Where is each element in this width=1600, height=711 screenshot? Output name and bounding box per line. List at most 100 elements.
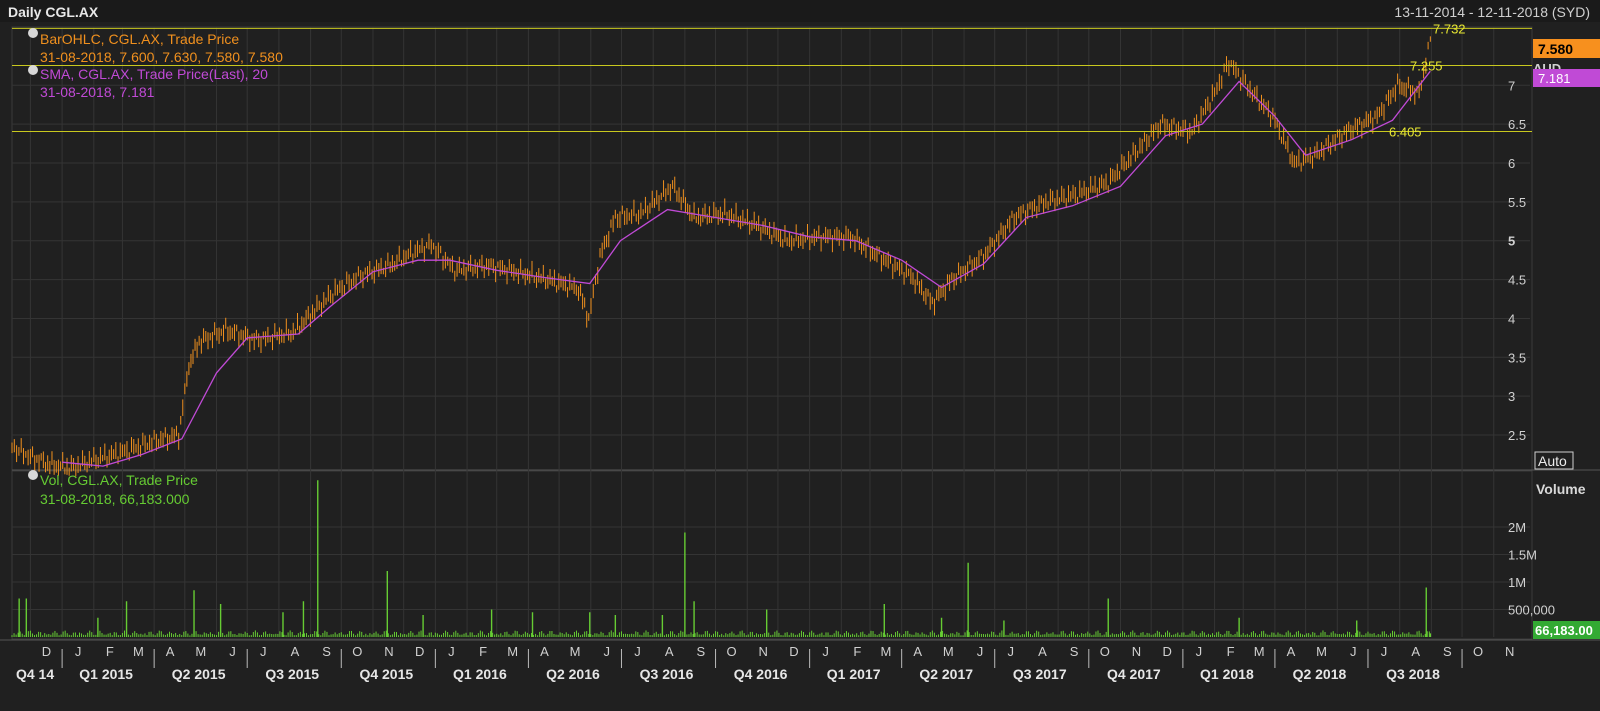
auto-scale-button-label[interactable]: Auto [1538,453,1567,469]
month-tick-label: J [822,644,829,659]
quarter-label: Q2 2015 [172,666,226,682]
month-tick-label: N [1505,644,1514,659]
price-tick-label: 4 [1508,311,1515,326]
sma-badge-text: 7.181 [1538,71,1571,86]
month-tick-label: A [1411,644,1420,659]
month-tick-label: M [570,644,581,659]
month-tick-label: S [697,644,706,659]
price-tick-label: 6.5 [1508,117,1526,132]
month-tick-label: A [540,644,549,659]
month-tick-label: J [977,644,984,659]
month-tick-label: A [1287,644,1296,659]
last-price-badge-text: 7.580 [1538,41,1573,57]
quarter-label: Q3 2017 [1013,666,1067,682]
month-tick-label: F [1227,644,1235,659]
month-tick-label: J [634,644,641,659]
reference-line-label: 6.405 [1389,125,1422,140]
chart-frame: 7 6.5 6 5.5 5 4.5 4 3.5 3 2.5 2M 1.5M 1M 500,000 D J F… [0,0,1600,706]
month-tick-label: N [759,644,768,659]
month-tick-label: M [881,644,892,659]
month-tick-label: O [1473,644,1483,659]
quarter-label: Q2 2017 [919,666,973,682]
ohlc-legend-label: BarOHLC, CGL.AX, Trade Price [40,31,239,47]
last-volume-badge: 66,183.00 [1533,621,1600,639]
reference-line-label: 7.732 [1433,21,1466,36]
volume-tick-label: 500,000 [1508,603,1555,618]
month-tick-label: J [229,644,236,659]
month-tick-label: D [1162,644,1171,659]
quarter-label: Q4 14 [16,666,54,682]
month-tick-label: M [507,644,518,659]
month-tick-label: M [943,644,954,659]
chart-svg: 7 6.5 6 5.5 5 4.5 4 3.5 3 2.5 2M 1.5M 1M 500,000 D J F… [0,0,1600,706]
volume-legend-label: Vol, CGL.AX, Trade Price [40,472,198,488]
volume-axis-title: Volume [1536,481,1586,497]
last-volume-badge-text: 66,183.00 [1535,623,1593,638]
month-tick-label: J [75,644,82,659]
month-tick-label: J [448,644,455,659]
month-tick-label: A [1038,644,1047,659]
month-tick-label: N [384,644,393,659]
month-tick-label: J [1350,644,1357,659]
sma-badge: 7.181 [1533,69,1600,87]
month-tick-label: M [1316,644,1327,659]
price-tick-label: 5 [1508,234,1515,249]
quarter-label: Q2 2016 [546,666,600,682]
volume-tick-label: 2M [1508,520,1526,535]
quarter-label: Q1 2017 [827,666,881,682]
ohlc-legend-icon[interactable] [28,28,38,38]
volume-legend-icon[interactable] [28,470,38,480]
quarter-label: Q1 2015 [79,666,133,682]
month-tick-label: S [322,644,331,659]
quarter-label: Q4 2016 [734,666,788,682]
price-tick-label: 2.5 [1508,428,1526,443]
month-tick-label: A [166,644,175,659]
month-tick-label: M [1254,644,1265,659]
quarter-label: Q3 2018 [1386,666,1440,682]
month-tick-label: A [913,644,922,659]
price-tick-label: 6 [1508,156,1515,171]
last-price-badge: 7.580 [1533,39,1600,58]
chart-title: Daily CGL.AX [8,4,99,20]
month-tick-label: F [853,644,861,659]
price-tick-label: 7 [1508,78,1515,93]
month-tick-label: S [1443,644,1452,659]
sma-legend-icon[interactable] [28,65,38,75]
date-range-label: 13-11-2014 - 12-11-2018 (SYD) [1394,4,1590,20]
month-tick-label: J [1381,644,1388,659]
volume-tick-label: 1.5M [1508,548,1537,563]
month-tick-label: F [106,644,114,659]
ohlc-legend-values: 31-08-2018, 7.600, 7.630, 7.580, 7.580 [40,49,283,65]
reference-line-label: 7.255 [1410,58,1443,73]
chart-background [0,0,1600,706]
title-bar [0,0,1600,22]
quarter-label: Q3 2016 [640,666,694,682]
month-tick-label: J [260,644,267,659]
month-tick-label: F [479,644,487,659]
quarter-label: Q4 2017 [1107,666,1161,682]
month-tick-label: S [1070,644,1079,659]
volume-tick-label: 1M [1508,575,1526,590]
month-tick-label: J [1196,644,1203,659]
quarter-label: Q1 2016 [453,666,507,682]
month-tick-label: J [1007,644,1014,659]
quarter-label: Q1 2018 [1200,666,1254,682]
quarter-label: Q2 2018 [1293,666,1347,682]
volume-legend-values: 31-08-2018, 66,183.000 [40,491,190,507]
month-tick-label: A [291,644,300,659]
month-tick-label: M [195,644,206,659]
quarter-label: Q3 2015 [265,666,319,682]
quarter-label: Q4 2015 [359,666,413,682]
month-tick-label: D [42,644,51,659]
price-tick-label: 5.5 [1508,195,1526,210]
price-tick-label: 3 [1508,389,1515,404]
month-tick-label: O [352,644,362,659]
month-tick-label: O [726,644,736,659]
sma-legend-label: SMA, CGL.AX, Trade Price(Last), 20 [40,66,268,82]
price-tick-label: 3.5 [1508,350,1526,365]
month-tick-label: N [1132,644,1141,659]
month-tick-label: D [789,644,798,659]
month-tick-label: A [665,644,674,659]
month-tick-label: O [1100,644,1110,659]
price-tick-label: 4.5 [1508,273,1526,288]
